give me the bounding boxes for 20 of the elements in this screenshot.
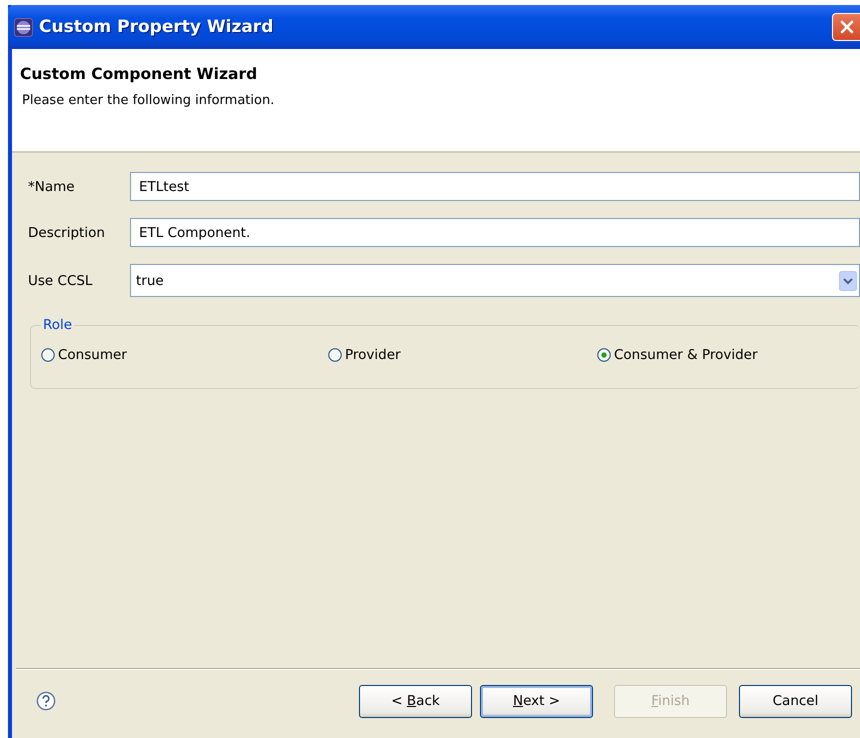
radio-option[interactable]: Consumer & Provider — [597, 347, 758, 363]
close-button[interactable] — [832, 13, 860, 41]
group-title: Role — [42, 317, 74, 333]
app-icon — [14, 18, 33, 36]
radio-option[interactable]: Provider — [328, 347, 401, 363]
field-label: Description — [28, 224, 106, 240]
page-title: Custom Component Wizard — [20, 65, 258, 83]
dialog-button[interactable]: Cancel — [739, 684, 852, 718]
radio-option[interactable]: Consumer — [41, 347, 127, 363]
dialog-button[interactable]: < Back — [359, 684, 472, 718]
page-message: Please enter the following information. — [22, 93, 276, 108]
help-icon[interactable] — [36, 691, 56, 711]
dropdown-field[interactable]: true — [130, 264, 860, 297]
text-field[interactable]: ETL Component. — [130, 218, 860, 247]
field-label: *Name — [28, 178, 76, 194]
field-label: Use CCSL — [28, 272, 94, 288]
dialog-button[interactable]: Next > — [480, 684, 593, 718]
text-field[interactable]: ETLtest — [130, 172, 860, 201]
window-title: Custom Property Wizard — [39, 17, 274, 37]
close-icon — [838, 19, 854, 35]
